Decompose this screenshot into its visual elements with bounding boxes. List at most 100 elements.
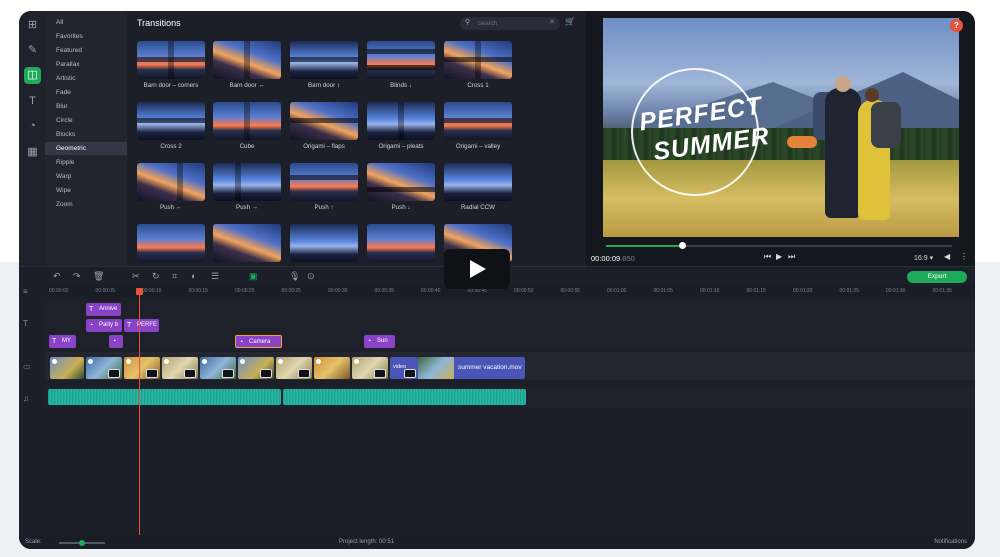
- transition-thumb-cube[interactable]: [213, 102, 281, 140]
- category-item-geometric[interactable]: Geometric: [45, 142, 127, 155]
- video-clip[interactable]: [276, 357, 312, 379]
- transition-thumb-cross-1[interactable]: [444, 41, 512, 79]
- category-item-wipe[interactable]: Wipe: [45, 184, 127, 197]
- title-clip[interactable]: T Annive: [86, 303, 121, 316]
- clip-properties-icon[interactable]: ☰: [211, 271, 219, 282]
- audio-clip[interactable]: [283, 389, 526, 405]
- play-icon[interactable]: ▶: [776, 252, 782, 261]
- transitions-icon[interactable]: ◫: [24, 67, 41, 84]
- video-play-overlay-button[interactable]: [444, 249, 510, 289]
- transition-thumb-barn-door-corners[interactable]: [137, 41, 205, 79]
- microphone-icon[interactable]: 🎙: [289, 271, 300, 282]
- prev-frame-icon[interactable]: ⏮: [764, 252, 771, 262]
- category-item-parallax[interactable]: Parallax: [45, 58, 127, 71]
- transition-thumb-blinds[interactable]: [367, 41, 435, 79]
- search-box[interactable]: ⚲ ✕: [460, 17, 560, 30]
- redo-icon[interactable]: ↷: [73, 271, 81, 282]
- audio-clip[interactable]: [48, 389, 281, 405]
- undo-icon[interactable]: ↶: [53, 271, 61, 282]
- video-clip-summer-vacation[interactable]: summer vacation.mov: [418, 357, 525, 379]
- category-item-all[interactable]: All: [45, 16, 127, 29]
- cart-icon[interactable]: 🛒: [565, 17, 575, 26]
- clear-icon[interactable]: ✕: [549, 18, 555, 26]
- scale-slider[interactable]: [59, 540, 105, 546]
- transition-label: Cross 2: [160, 143, 182, 150]
- transition-thumb[interactable]: [137, 224, 205, 262]
- delete-icon[interactable]: 🗑: [93, 271, 104, 282]
- title-track[interactable]: [45, 301, 975, 350]
- title-clip[interactable]: T MY: [49, 335, 76, 348]
- cut-icon[interactable]: ✂: [132, 271, 140, 282]
- transition-thumb-barn-door-horizontal[interactable]: [213, 41, 281, 79]
- color-adjust-icon[interactable]: ◐: [191, 271, 196, 281]
- preview-image[interactable]: PERFECT SUMMER: [603, 18, 959, 237]
- title-clip[interactable]: T PERFE: [124, 319, 159, 332]
- video-clip[interactable]: [314, 357, 350, 379]
- ruler-tick-label: 00:01:20: [793, 288, 813, 294]
- transition-label: Origami – pleats: [378, 143, 424, 150]
- ruler-tick-label: 00:01:25: [839, 288, 859, 294]
- timeline-ruler[interactable]: 00:00:00 00:00:05 00:00:10 00:00:15 00:00:20…: [47, 286, 975, 298]
- transition-thumb-origami-valley[interactable]: [444, 102, 512, 140]
- export-button[interactable]: Export: [907, 271, 967, 283]
- marker-icon[interactable]: ⊙: [307, 271, 315, 282]
- transition-thumb-push-up[interactable]: [290, 163, 358, 201]
- title-clip[interactable]: ◔ Sun: [364, 335, 395, 348]
- video-clip[interactable]: [352, 357, 388, 379]
- crop-icon[interactable]: ⌗: [172, 271, 177, 282]
- ruler-tick-label: 00:00:40: [421, 288, 441, 294]
- rotate-icon[interactable]: ↻: [152, 271, 160, 282]
- transition-wizard-icon[interactable]: ▣: [249, 271, 258, 282]
- import-icon[interactable]: ⊞: [24, 17, 41, 34]
- category-item-fade[interactable]: Fade: [45, 86, 127, 99]
- video-clip[interactable]: [238, 357, 274, 379]
- transition-thumb-push-right[interactable]: [213, 163, 281, 201]
- video-clip[interactable]: [124, 357, 160, 379]
- video-clip[interactable]: [86, 357, 122, 379]
- category-item-circle[interactable]: Circle: [45, 114, 127, 127]
- transition-thumb[interactable]: [213, 224, 281, 262]
- transition-thumb-push-down[interactable]: [367, 163, 435, 201]
- next-frame-icon[interactable]: ⏭: [788, 252, 795, 262]
- titles-icon[interactable]: T: [24, 93, 41, 110]
- playback-progress-bar[interactable]: [606, 242, 952, 249]
- track-settings-icon[interactable]: ≡: [23, 287, 28, 296]
- transition-thumb-radial-ccw[interactable]: [444, 163, 512, 201]
- transition-thumb-barn-door-vertical[interactable]: [290, 41, 358, 79]
- transition-thumb-origami-flaps[interactable]: [290, 102, 358, 140]
- help-button[interactable]: ?: [950, 19, 963, 32]
- title-clip[interactable]: ◔ Party b: [86, 319, 122, 332]
- category-item-ripple[interactable]: Ripple: [45, 156, 127, 169]
- transition-label: Barn door ↔: [229, 82, 265, 89]
- category-item-zoom[interactable]: Zoom: [45, 198, 127, 211]
- ruler-tick-label: 00:00:30: [328, 288, 348, 294]
- transition-thumb[interactable]: [290, 224, 358, 262]
- notifications-link[interactable]: Notifications: [934, 539, 967, 545]
- stickers-icon[interactable]: ◔: [24, 118, 41, 135]
- aspect-ratio-select[interactable]: 16:9 ▾: [914, 254, 933, 262]
- video-clip[interactable]: [162, 357, 198, 379]
- progress-handle[interactable]: [679, 242, 687, 249]
- video-clip[interactable]: video: [390, 357, 418, 379]
- video-clip[interactable]: [50, 357, 84, 379]
- title-clip[interactable]: ◔: [109, 335, 123, 348]
- category-item-favorites[interactable]: Favorites: [45, 30, 127, 43]
- playhead[interactable]: [136, 288, 143, 535]
- magic-wand-icon[interactable]: ✎: [24, 42, 41, 59]
- category-item-artistic[interactable]: Artistic: [45, 72, 127, 85]
- video-clip[interactable]: [200, 357, 236, 379]
- category-item-blocks[interactable]: Blocks: [45, 128, 127, 141]
- category-item-blur[interactable]: Blur: [45, 100, 127, 113]
- search-input[interactable]: [478, 17, 544, 30]
- transition-thumb-origami-pleats[interactable]: [367, 102, 435, 140]
- category-item-featured[interactable]: Featured: [45, 44, 127, 57]
- volume-icon[interactable]: ◀: [944, 252, 950, 261]
- transition-thumb-push-left[interactable]: [137, 163, 205, 201]
- more-tools-icon[interactable]: ▦: [24, 144, 41, 161]
- transition-thumb[interactable]: [367, 224, 435, 262]
- title-clip-selected[interactable]: ◔ Camera: [235, 335, 282, 348]
- category-item-warp[interactable]: Warp: [45, 170, 127, 183]
- transition-thumb-cross-2[interactable]: [137, 102, 205, 140]
- transition-label: Cube: [239, 143, 255, 150]
- more-options-icon[interactable]: ⋮: [960, 252, 968, 261]
